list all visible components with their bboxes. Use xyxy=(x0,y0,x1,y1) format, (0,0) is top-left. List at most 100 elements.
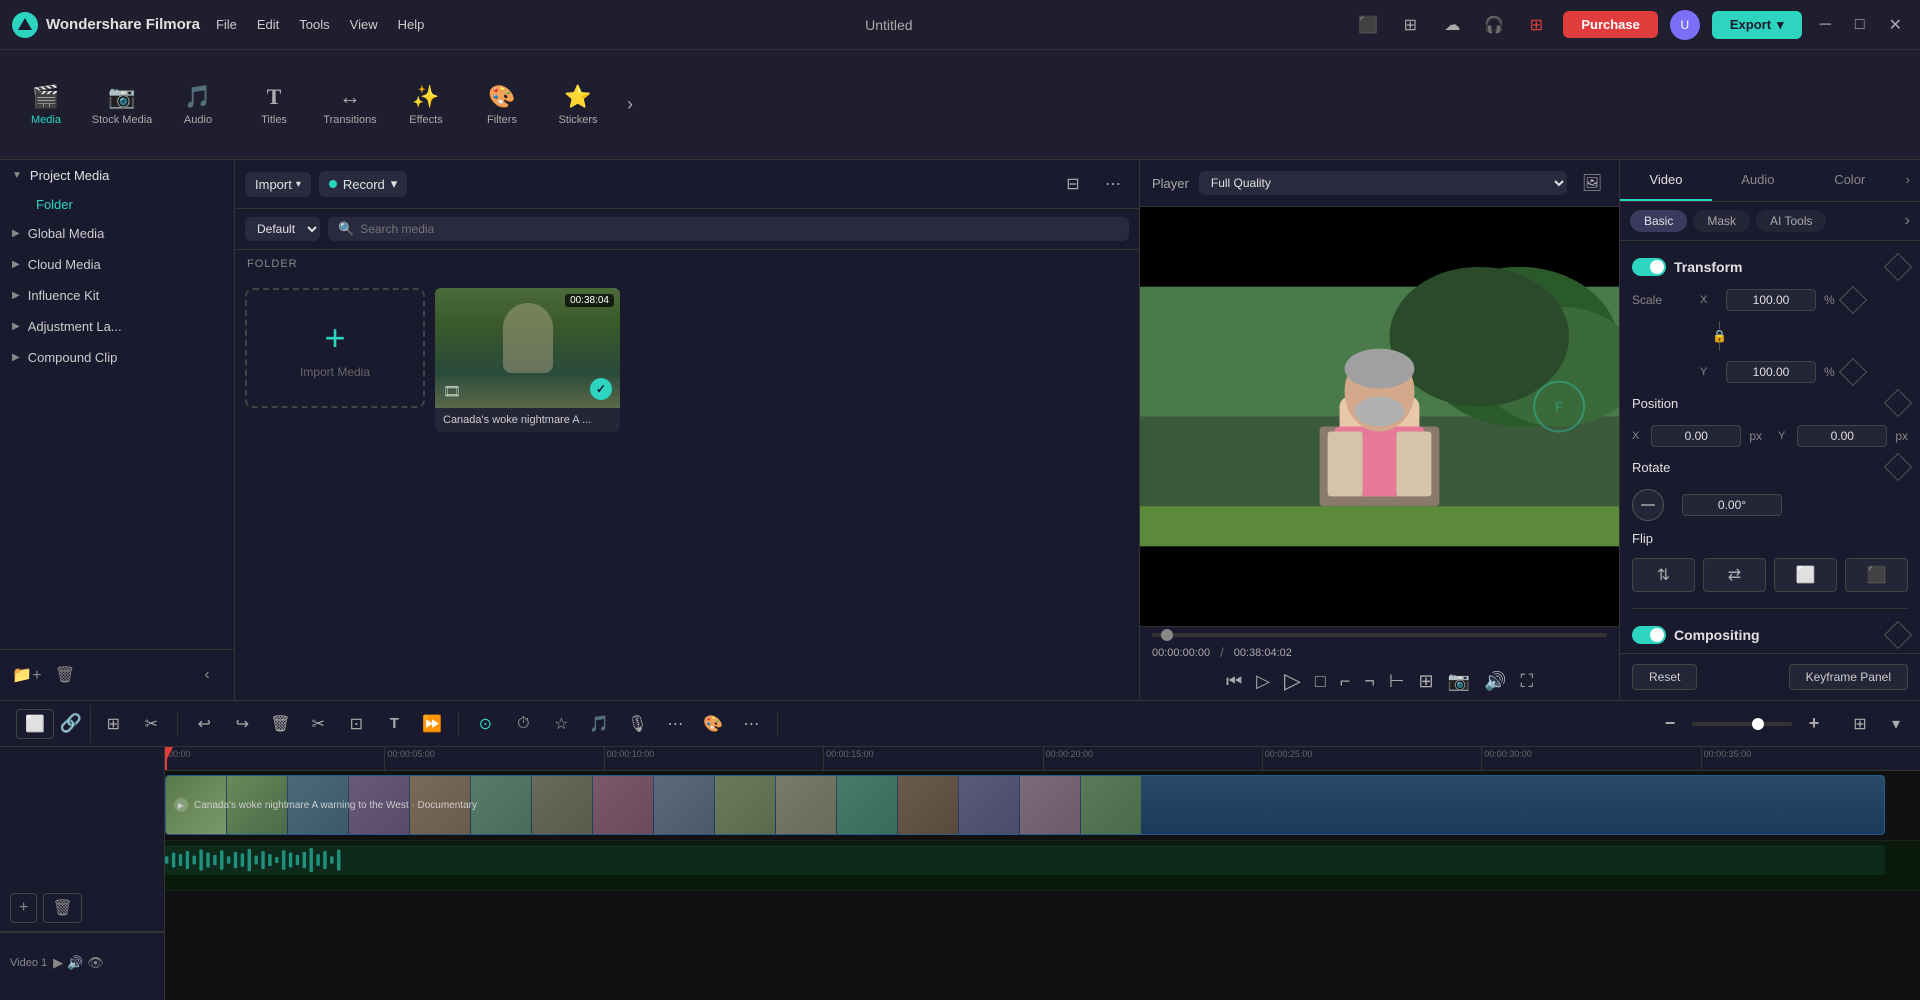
split-button[interactable]: ⊢ xyxy=(1389,671,1405,692)
image-mode-icon[interactable]: 🖼 xyxy=(1577,168,1607,198)
razor-tool-button[interactable]: ✂ xyxy=(135,708,167,740)
subtabs-more-button[interactable]: › xyxy=(1905,212,1910,230)
tab-video[interactable]: Video xyxy=(1620,160,1712,201)
sidebar-item-influence-kit[interactable]: ▶ Influence Kit xyxy=(0,280,234,311)
ribbon-item-stock-media[interactable]: 📷 Stock Media xyxy=(86,60,158,150)
step-back-button[interactable]: ⏮ xyxy=(1226,671,1242,692)
mark-in-button[interactable]: ⌐ xyxy=(1340,671,1351,692)
zoom-in-button[interactable]: + xyxy=(1798,708,1830,740)
voiceover-button[interactable]: 🎙 xyxy=(621,708,653,740)
sidebar-item-cloud-media[interactable]: ▶ Cloud Media xyxy=(0,249,234,280)
add-media-track-button[interactable]: + xyxy=(10,893,37,923)
media-item-clip1[interactable]: 00:38:04 🎞 ✓ Canada's woke nightmare A .… xyxy=(435,288,620,432)
loop-button[interactable]: □ xyxy=(1315,671,1326,692)
user-avatar[interactable]: U xyxy=(1670,10,1700,40)
stabilize-button[interactable]: ☆ xyxy=(545,708,577,740)
menu-file[interactable]: File xyxy=(216,17,237,32)
track-eye-icon[interactable]: 👁 xyxy=(87,955,104,971)
scale-y-input[interactable] xyxy=(1726,361,1816,383)
subtab-mask[interactable]: Mask xyxy=(1693,210,1750,232)
pos-y-input[interactable] xyxy=(1797,425,1887,447)
ribbon-item-effects[interactable]: ✨ Effects xyxy=(390,60,462,150)
pos-x-input[interactable] xyxy=(1651,425,1741,447)
delete-folder-button[interactable]: 🗑 xyxy=(50,660,80,690)
ribbon-more-button[interactable]: › xyxy=(618,60,642,150)
timeline-layout-button[interactable]: ⊞ xyxy=(1844,708,1876,740)
audio-detect-button[interactable]: 🎵 xyxy=(583,708,615,740)
ribbon-item-audio[interactable]: 🎵 Audio xyxy=(162,60,234,150)
text-button[interactable]: T xyxy=(378,708,410,740)
tab-color[interactable]: Color xyxy=(1804,160,1896,201)
fullscreen-button[interactable]: ⛶ xyxy=(1520,671,1533,692)
compositing-toggle[interactable] xyxy=(1632,626,1666,644)
menu-tools[interactable]: Tools xyxy=(299,17,329,32)
export-button[interactable]: Export ▾ xyxy=(1712,11,1802,39)
headset-icon[interactable]: 🎧 xyxy=(1479,10,1509,40)
track-play-icon[interactable]: ▶ xyxy=(53,955,63,971)
ribbon-item-transitions[interactable]: ↔ Transitions xyxy=(314,60,386,150)
more-options-icon[interactable]: ⋯ xyxy=(1097,168,1129,200)
ribbon-item-filters[interactable]: 🎨 Filters xyxy=(466,60,538,150)
ribbon-item-media[interactable]: 🎬 Media xyxy=(10,60,82,150)
cloud-icon[interactable]: ☁ xyxy=(1437,10,1467,40)
seek-bar[interactable] xyxy=(1152,633,1607,637)
mark-out-button[interactable]: ¬ xyxy=(1364,671,1375,692)
subtab-ai-tools[interactable]: AI Tools xyxy=(1756,210,1826,232)
add-video-track-button[interactable]: ⬜ xyxy=(16,709,54,739)
rotate-dial[interactable] xyxy=(1632,489,1664,521)
add-folder-button[interactable]: 📁+ xyxy=(12,660,42,690)
redo-button[interactable]: ↪ xyxy=(226,708,258,740)
add-to-timeline-button[interactable]: ⊞ xyxy=(1419,671,1434,692)
timeline-playhead[interactable] xyxy=(165,747,167,770)
ribbon-item-titles[interactable]: T Titles xyxy=(238,60,310,150)
search-input[interactable] xyxy=(360,222,1119,236)
monitor-icon[interactable]: ⬛ xyxy=(1353,10,1383,40)
filter-icon[interactable]: ⊟ xyxy=(1057,168,1089,200)
flip-v-button2[interactable]: ⬛ xyxy=(1845,558,1908,592)
rotate-value-input[interactable] xyxy=(1682,494,1782,516)
flip-horizontal-button[interactable]: ⇅ xyxy=(1632,558,1695,592)
zoom-handle[interactable] xyxy=(1752,718,1764,730)
minimize-button[interactable]: ─ xyxy=(1814,16,1837,34)
delete-button[interactable]: 🗑 xyxy=(264,708,296,740)
track-speaker-icon[interactable]: 🔊 xyxy=(67,955,83,971)
sidebar-item-compound-clip[interactable]: ▶ Compound Clip xyxy=(0,342,234,373)
flip-vertical-button[interactable]: ⇄ xyxy=(1703,558,1766,592)
menu-view[interactable]: View xyxy=(350,17,378,32)
collapse-sidebar-button[interactable]: ‹ xyxy=(192,660,222,690)
menu-help[interactable]: Help xyxy=(398,17,425,32)
transform-keyframe-button[interactable] xyxy=(1884,253,1912,281)
sidebar-item-project-media[interactable]: ▼ Project Media xyxy=(0,160,234,191)
scale-y-keyframe[interactable] xyxy=(1839,358,1867,386)
link-button[interactable]: 🔗 xyxy=(60,709,82,739)
record-button[interactable]: Record ▾ xyxy=(319,171,407,197)
sidebar-folder-item[interactable]: Folder xyxy=(0,191,234,218)
tab-more-arrow[interactable]: › xyxy=(1896,160,1920,201)
ai-edit-button[interactable]: ⋯ xyxy=(659,708,691,740)
sidebar-item-global-media[interactable]: ▶ Global Media xyxy=(0,218,234,249)
timeline-options-button[interactable]: ▾ xyxy=(1880,708,1912,740)
undo-button[interactable]: ↩ xyxy=(188,708,220,740)
import-media-placeholder[interactable]: + Import Media xyxy=(245,288,425,408)
cut-button[interactable]: ✂ xyxy=(302,708,334,740)
zoom-out-button[interactable]: − xyxy=(1654,708,1686,740)
volume-button[interactable]: 🔊 xyxy=(1484,671,1506,692)
position-keyframe-button[interactable] xyxy=(1884,389,1912,417)
menu-edit[interactable]: Edit xyxy=(257,17,279,32)
video-clip[interactable]: ▶ Canada's woke nightmare A warning to t… xyxy=(165,775,1885,835)
grid-icon[interactable]: ⊞ xyxy=(1521,10,1551,40)
delete-media-track-button[interactable]: 🗑 xyxy=(43,893,81,923)
forward-button[interactable]: ⏩ xyxy=(416,708,448,740)
zoom-track[interactable] xyxy=(1692,722,1792,726)
maximize-button[interactable]: □ xyxy=(1849,16,1871,34)
purchase-button[interactable]: Purchase xyxy=(1563,11,1658,38)
more-button[interactable]: ⋯ xyxy=(735,708,767,740)
play-button[interactable]: ▷ xyxy=(1284,668,1301,694)
seek-handle[interactable] xyxy=(1161,629,1173,641)
quality-select[interactable]: Full Quality xyxy=(1199,171,1567,195)
view-select[interactable]: Default xyxy=(245,217,320,241)
snap-button[interactable]: ⊙ xyxy=(469,708,501,740)
crop-timeline-button[interactable]: ⊡ xyxy=(340,708,372,740)
keyframe-panel-button[interactable]: Keyframe Panel xyxy=(1789,664,1908,690)
select-tool-button[interactable]: ⊞ xyxy=(97,708,129,740)
